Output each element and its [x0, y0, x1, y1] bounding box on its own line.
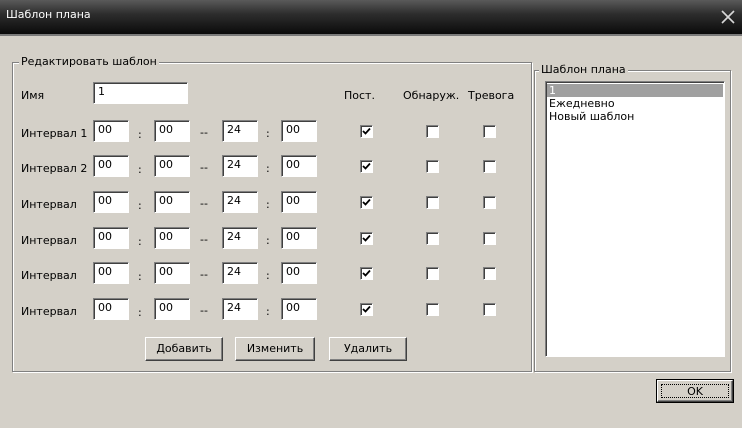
colon-separator: : [138, 235, 142, 248]
end-hour-input[interactable]: 24 [222, 227, 258, 249]
const-checkbox[interactable] [360, 160, 373, 173]
dash-separator: -- [200, 126, 208, 139]
template-listbox[interactable]: 1 Ежедневно Новый шаблон [545, 81, 725, 357]
colon-separator: : [266, 234, 270, 247]
alarm-checkbox[interactable] [483, 125, 496, 138]
alarm-checkbox[interactable] [483, 267, 496, 280]
detect-checkbox[interactable] [426, 196, 439, 209]
colon-separator: : [266, 198, 270, 211]
detect-checkbox[interactable] [426, 267, 439, 280]
alarm-checkbox[interactable] [483, 232, 496, 245]
template-list-item[interactable]: 1 [547, 84, 723, 97]
start-hour-input[interactable]: 00 [93, 298, 129, 320]
colon-separator: : [266, 269, 270, 282]
end-minute-input[interactable]: 00 [281, 298, 317, 320]
colon-separator: : [138, 128, 142, 141]
start-hour-input[interactable]: 00 [93, 227, 129, 249]
interval-label: Интервал [21, 305, 77, 318]
dash-separator: -- [200, 304, 208, 317]
start-minute-input[interactable]: 00 [154, 120, 190, 142]
detect-checkbox[interactable] [426, 303, 439, 316]
start-hour-input[interactable]: 00 [93, 120, 129, 142]
end-hour-input[interactable]: 24 [222, 262, 258, 284]
end-minute-input[interactable]: 00 [281, 227, 317, 249]
interval-label: Интервал [21, 234, 77, 247]
col-detect-header: Обнаруж. [403, 89, 460, 102]
end-minute-input[interactable]: 00 [281, 191, 317, 213]
const-checkbox[interactable] [360, 196, 373, 209]
start-hour-input[interactable]: 00 [93, 155, 129, 177]
template-list-legend: Шаблон плана [539, 63, 628, 76]
ok-button[interactable]: OK [656, 379, 734, 403]
detect-checkbox[interactable] [426, 232, 439, 245]
alarm-checkbox[interactable] [483, 160, 496, 173]
end-hour-input[interactable]: 24 [222, 155, 258, 177]
interval-label: Интервал 1 [21, 127, 88, 140]
check-icon [362, 305, 371, 313]
check-icon [362, 198, 371, 206]
end-hour-input[interactable]: 24 [222, 120, 258, 142]
edit-template-legend: Редактировать шаблон [19, 55, 159, 68]
template-list-item[interactable]: Новый шаблон [547, 110, 723, 123]
check-icon [362, 162, 371, 170]
const-checkbox[interactable] [360, 267, 373, 280]
start-hour-input[interactable]: 00 [93, 191, 129, 213]
start-hour-input[interactable]: 00 [93, 262, 129, 284]
name-label: Имя [21, 89, 45, 102]
col-const-header: Пост. [344, 89, 375, 102]
end-minute-input[interactable]: 00 [281, 120, 317, 142]
start-minute-input[interactable]: 00 [154, 262, 190, 284]
start-minute-input[interactable]: 00 [154, 155, 190, 177]
detect-checkbox[interactable] [426, 125, 439, 138]
template-list-item[interactable]: Ежедневно [547, 97, 723, 110]
colon-separator: : [266, 305, 270, 318]
col-alarm-header: Тревога [468, 89, 515, 102]
dialog-body: Редактировать шаблон Имя 1 Пост. Обнаруж… [6, 38, 736, 428]
end-minute-input[interactable]: 00 [281, 262, 317, 284]
window-title: Шаблон плана [6, 8, 91, 21]
title-bar: Шаблон плана [0, 0, 742, 36]
dash-separator: -- [200, 268, 208, 281]
check-icon [362, 234, 371, 242]
interval-label: Интервал [21, 198, 77, 211]
dash-separator: -- [200, 197, 208, 210]
alarm-checkbox[interactable] [483, 196, 496, 209]
colon-separator: : [266, 127, 270, 140]
close-icon[interactable] [720, 9, 736, 25]
const-checkbox[interactable] [360, 232, 373, 245]
detect-checkbox[interactable] [426, 160, 439, 173]
interval-label: Интервал [21, 269, 77, 282]
dash-separator: -- [200, 233, 208, 246]
const-checkbox[interactable] [360, 125, 373, 138]
colon-separator: : [138, 199, 142, 212]
check-icon [362, 269, 371, 277]
end-minute-input[interactable]: 00 [281, 155, 317, 177]
colon-separator: : [138, 306, 142, 319]
colon-separator: : [138, 163, 142, 176]
delete-button[interactable]: Удалить [329, 337, 407, 361]
name-input[interactable]: 1 [93, 82, 188, 104]
edit-template-group: Редактировать шаблон Имя 1 Пост. Обнаруж… [12, 55, 532, 372]
start-minute-input[interactable]: 00 [154, 191, 190, 213]
interval-label: Интервал 2 [21, 162, 88, 175]
start-minute-input[interactable]: 00 [154, 298, 190, 320]
alarm-checkbox[interactable] [483, 303, 496, 316]
end-hour-input[interactable]: 24 [222, 191, 258, 213]
check-icon [362, 127, 371, 135]
dash-separator: -- [200, 161, 208, 174]
add-button[interactable]: Добавить [145, 337, 223, 361]
colon-separator: : [138, 270, 142, 283]
template-list-group: Шаблон плана 1 Ежедневно Новый шаблон [534, 63, 731, 372]
const-checkbox[interactable] [360, 303, 373, 316]
edit-button[interactable]: Изменить [235, 337, 315, 361]
start-minute-input[interactable]: 00 [154, 227, 190, 249]
end-hour-input[interactable]: 24 [222, 298, 258, 320]
ok-button-label: OK [661, 384, 729, 398]
colon-separator: : [266, 162, 270, 175]
